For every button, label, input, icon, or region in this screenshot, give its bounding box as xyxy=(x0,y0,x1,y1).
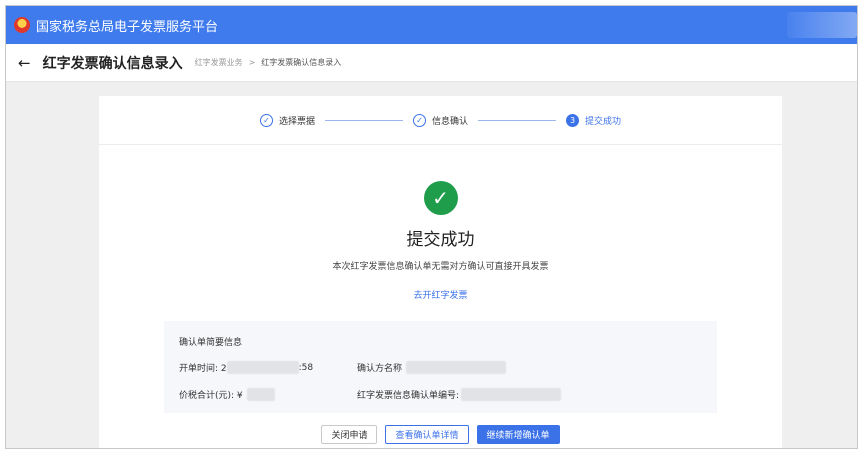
buyer-name-field: 确认方名称 xyxy=(357,361,507,374)
redacted-value xyxy=(406,361,507,374)
amount-label: 价税合计(元): ¥ xyxy=(179,391,243,401)
step-label: 提交成功 xyxy=(585,116,622,127)
browser-frame: 国家税务总局电子发票服务平台 ← 红字发票确认信息录入 红字发票业务 > 红字发… xyxy=(5,5,858,449)
add-new-confirmation-button[interactable]: 继续新增确认单 xyxy=(476,425,560,444)
buyer-name-label: 确认方名称 xyxy=(357,364,403,374)
step-label: 选择票据 xyxy=(278,116,315,127)
step-confirm-info: ✓ 信息确认 xyxy=(412,113,468,127)
action-bar: 关闭申请 查看确认单详情 继续新增确认单 xyxy=(99,425,782,444)
step-connector xyxy=(324,119,403,121)
platform-title: 国家税务总局电子发票服务平台 xyxy=(36,19,219,35)
back-arrow-icon[interactable]: ← xyxy=(18,54,31,72)
redacted-value xyxy=(226,361,299,374)
redacted-value xyxy=(246,388,275,401)
breadcrumb-item-red-invoice[interactable]: 红字发票业务 xyxy=(195,57,243,68)
summary-row: 开单时间: 2 :58 确认方名称 xyxy=(179,361,702,374)
summary-panel: 确认单简要信息 开单时间: 2 :58 确认方名称 价税合计(元): ¥ 红字发… xyxy=(164,321,717,413)
issue-time-field: 开单时间: 2 :58 xyxy=(179,361,357,374)
check-icon: ✓ xyxy=(423,181,458,215)
sub-header: ← 红字发票确认信息录入 红字发票业务 > 红字发票确认信息录入 xyxy=(6,44,857,82)
step-select-invoice: ✓ 选择票据 xyxy=(259,113,315,127)
amount-field: 价税合计(元): ¥ xyxy=(179,388,357,401)
success-title: 提交成功 xyxy=(406,230,475,250)
step-check-icon: ✓ xyxy=(412,113,426,127)
summary-title: 确认单简要信息 xyxy=(179,338,243,348)
step-connector xyxy=(478,119,556,121)
success-description: 本次红字发票信息确认单无需对方确认可直接开具发票 xyxy=(332,262,549,272)
view-details-button[interactable]: 查看确认单详情 xyxy=(385,425,469,444)
top-bar: 国家税务总局电子发票服务平台 xyxy=(6,6,857,44)
issue-time-tail: :58 xyxy=(298,362,314,373)
step-indicator: ✓ 选择票据 ✓ 信息确认 3 提交成功 xyxy=(99,96,782,145)
confirm-number-field: 红字发票信息确认单编号: xyxy=(357,388,562,401)
breadcrumb-item-current: 红字发票确认信息录入 xyxy=(261,58,342,67)
confirm-number-label: 红字发票信息确认单编号: xyxy=(357,391,460,401)
summary-row: 价税合计(元): ¥ 红字发票信息确认单编号: xyxy=(179,388,702,401)
issue-red-invoice-link[interactable]: 去开红字发票 xyxy=(413,288,467,301)
redacted-value xyxy=(461,388,562,401)
content-card: ✓ 选择票据 ✓ 信息确认 3 提交成功 ✓ 提交成功 本次红字发票信息确认单无… xyxy=(99,96,782,448)
step-check-icon: ✓ xyxy=(259,113,273,127)
tax-emblem-icon xyxy=(14,17,30,33)
page-title: 红字发票确认信息录入 xyxy=(42,55,183,72)
step-number: 3 xyxy=(566,113,579,127)
user-info-area[interactable] xyxy=(787,12,857,38)
breadcrumb-separator: > xyxy=(248,58,256,67)
close-application-button[interactable]: 关闭申请 xyxy=(321,425,378,444)
issue-time-label: 开单时间: 2 xyxy=(179,364,227,374)
step-label: 信息确认 xyxy=(431,116,468,127)
success-area: ✓ 提交成功 本次红字发票信息确认单无需对方确认可直接开具发票 去开红字发票 xyxy=(99,181,782,302)
step-submit-success: 3 提交成功 xyxy=(566,113,622,127)
